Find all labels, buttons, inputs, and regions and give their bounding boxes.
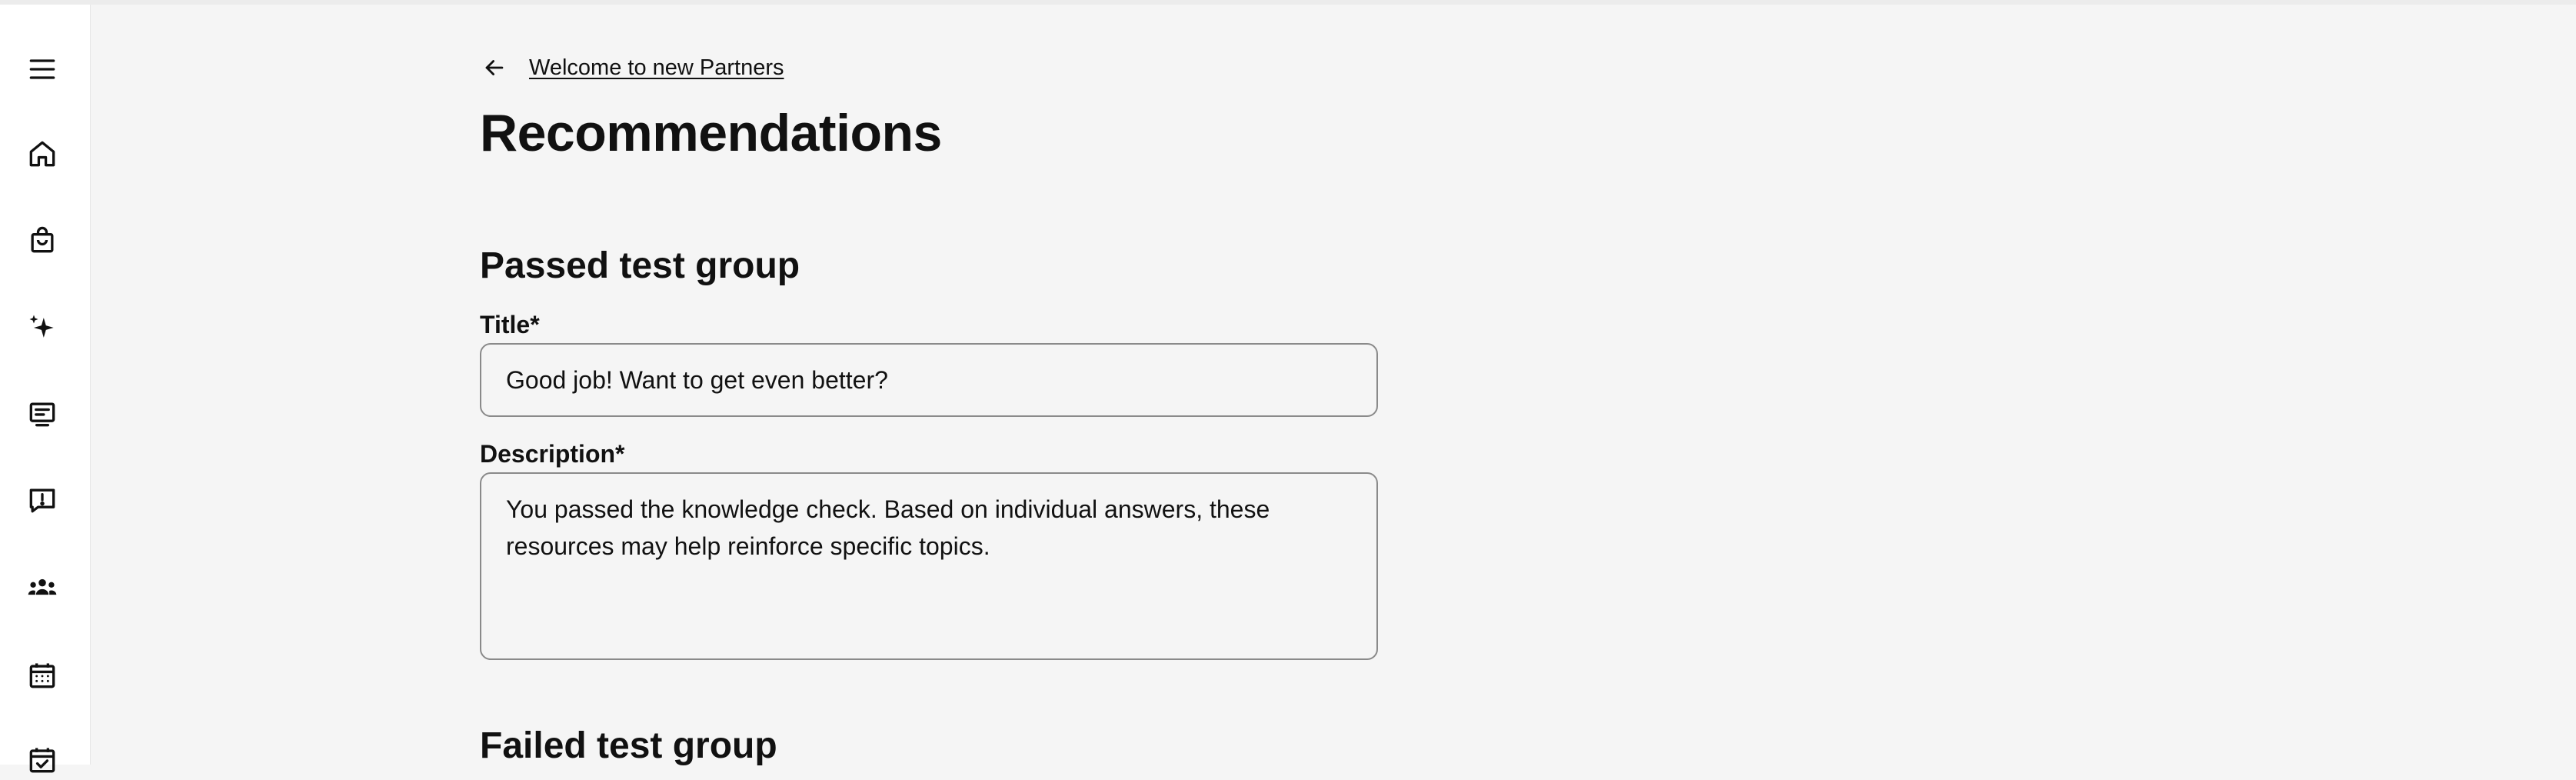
- failed-group-heading: Failed test group: [480, 725, 777, 766]
- feedback-icon[interactable]: [22, 480, 62, 520]
- people-icon[interactable]: [22, 568, 62, 608]
- sparkle-icon[interactable]: [22, 308, 62, 348]
- shopping-bag-icon[interactable]: [22, 220, 62, 260]
- passed-group-heading: Passed test group: [480, 245, 800, 286]
- title-input[interactable]: [480, 343, 1378, 417]
- title-label: Title*: [480, 311, 540, 338]
- calendar-check-icon[interactable]: [22, 740, 62, 780]
- page-title: Recommendations: [480, 104, 942, 162]
- menu-icon[interactable]: [22, 49, 62, 89]
- calendar-icon[interactable]: [22, 655, 62, 695]
- back-link-label[interactable]: Welcome to new Partners: [529, 55, 784, 81]
- home-icon[interactable]: [22, 134, 62, 174]
- sidebar: [0, 5, 91, 773]
- monitor-icon[interactable]: [22, 394, 62, 434]
- main-content: Welcome to new Partners Recommendations …: [480, 0, 1479, 766]
- description-label: Description*: [480, 440, 625, 468]
- back-link[interactable]: Welcome to new Partners: [480, 51, 784, 85]
- arrow-left-icon: [485, 60, 504, 75]
- description-textarea[interactable]: You passed the knowledge check. Based on…: [480, 472, 1378, 660]
